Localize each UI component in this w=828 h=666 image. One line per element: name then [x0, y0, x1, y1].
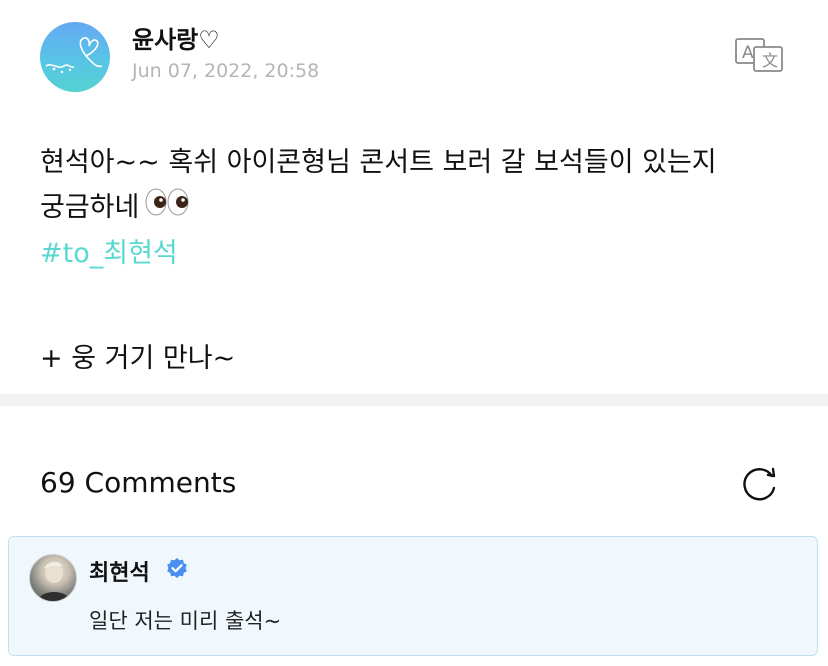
- post-date: Jun 07, 2022, 20:58: [132, 60, 320, 82]
- post-text-line: 현석아~~ 혹쉬 아이콘형님 콘서트 보러 갈 보석들이 있는지: [40, 147, 717, 178]
- verified-badge-icon: [165, 557, 189, 581]
- person-photo-icon: [38, 561, 70, 601]
- comment-text: 일단 저는 미리 출석~: [89, 609, 282, 633]
- refresh-button[interactable]: [738, 464, 782, 504]
- post-text-line: + 웅 거기 만나~: [40, 343, 236, 374]
- hashtag-link[interactable]: #to_최현석: [40, 231, 800, 276]
- post: 윤사랑♡ Jun 07, 2022, 20:58 A 文 현석아~~ 혹쉬 아이…: [0, 0, 828, 394]
- svg-text:A: A: [742, 43, 754, 63]
- post-author-name[interactable]: 윤사랑♡: [132, 20, 220, 55]
- section-divider: [0, 394, 828, 406]
- post-text-line: 궁금하네: [40, 185, 800, 231]
- comments-count-title: 69 Comments: [40, 466, 237, 499]
- translate-button[interactable]: A 文: [734, 36, 786, 72]
- comment-author-avatar[interactable]: [29, 554, 77, 602]
- translate-icon: A 文: [735, 38, 783, 72]
- heart-doodle-icon: [45, 37, 103, 74]
- post-text-segment: 궁금하네: [40, 192, 140, 223]
- post-body: 현석아~~ 혹쉬 아이콘형님 콘서트 보러 갈 보석들이 있는지 궁금하네 #t…: [40, 140, 800, 381]
- refresh-icon: [743, 467, 776, 501]
- comment-author-name[interactable]: 최현석: [89, 555, 150, 587]
- comment-card[interactable]: 최현석 일단 저는 미리 출석~: [8, 536, 818, 656]
- eyes-emoji-icon: [145, 186, 189, 231]
- author-avatar[interactable]: [40, 22, 110, 92]
- svg-text:文: 文: [762, 51, 778, 70]
